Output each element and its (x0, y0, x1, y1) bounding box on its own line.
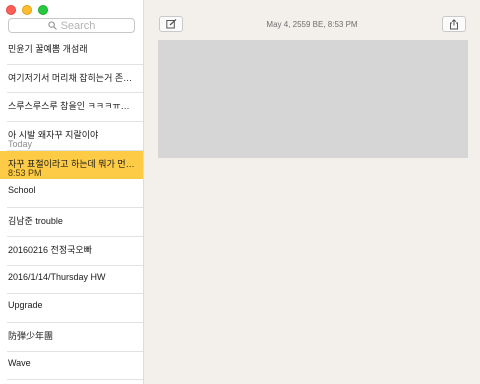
close-window-button[interactable] (6, 5, 16, 15)
list-item[interactable]: 20160216 전정국오빠 (7, 237, 143, 266)
notes-window: Search 민윤기 꿀예뽐 개섬래 여기저기서 머리채 잡히는거 존나... … (0, 0, 480, 384)
note-title: 防弾少年團 (8, 330, 54, 341)
share-icon (450, 18, 458, 29)
note-title: 민윤기 꿀예뽐 개섬래 (8, 44, 88, 54)
note-title: 김남준 trouble (8, 216, 63, 227)
note-attachment-image[interactable] (158, 40, 468, 158)
zoom-window-button[interactable] (38, 5, 48, 15)
list-item[interactable]: School (7, 179, 143, 209)
note-timestamp: May 4, 2559 BE, 8:53 PM (266, 20, 358, 29)
search-icon (47, 21, 57, 30)
share-button[interactable] (442, 16, 466, 32)
note-title: 스루스루스루 참을인 ㅋㅋㅋㅠㅠㅠ~~~ (8, 101, 136, 112)
note-title: School (8, 185, 36, 196)
note-title: 여기저기서 머리채 잡히는거 존나... (8, 72, 136, 83)
minimize-window-button[interactable] (22, 5, 32, 15)
note-title: Upgrade (8, 300, 43, 311)
list-item[interactable]: 스루스루스루 참을인 ㅋㅋㅋㅠㅠㅠ~~~ (7, 93, 143, 123)
list-item[interactable]: Wave (7, 352, 143, 381)
search-input[interactable]: Search (8, 18, 135, 33)
list-item[interactable]: 2016/1/14/Thursday HW (7, 266, 143, 295)
note-date: Today (8, 139, 33, 150)
list-item[interactable]: 防弾少年團 (7, 323, 143, 352)
list-item[interactable]: 여기저기서 머리채 잡히는거 존나... (7, 65, 143, 94)
editor-toolbar: May 4, 2559 BE, 8:53 PM (144, 0, 480, 40)
note-date: 8:53 PM (8, 167, 42, 178)
notes-sidebar: Search 민윤기 꿀예뽐 개섬래 여기저기서 머리채 잡히는거 존나... … (0, 0, 144, 384)
note-editor: May 4, 2559 BE, 8:53 PM (144, 0, 480, 384)
window-controls (6, 5, 48, 15)
list-item[interactable]: 김남준 trouble (7, 208, 143, 237)
list-item[interactable]: 아 시발 왜자꾸 지랄이야 Today (7, 122, 143, 151)
list-item-selected[interactable]: 자꾸 표절이라고 하는데 뭐가 먼저... 8:53 PM (0, 150, 143, 180)
note-title: 20160216 전정국오빠 (8, 244, 92, 255)
list-item[interactable]: Upgrade (7, 294, 143, 323)
note-list: 민윤기 꿀예뽐 개섬래 여기저기서 머리채 잡히는거 존나... 스루스루스루 … (0, 36, 143, 381)
note-title: Wave (8, 357, 31, 368)
note-title: 2016/1/14/Thursday HW (8, 271, 106, 282)
search-placeholder: Search (60, 19, 96, 32)
list-item[interactable]: 민윤기 꿀예뽐 개섬래 (7, 36, 143, 65)
